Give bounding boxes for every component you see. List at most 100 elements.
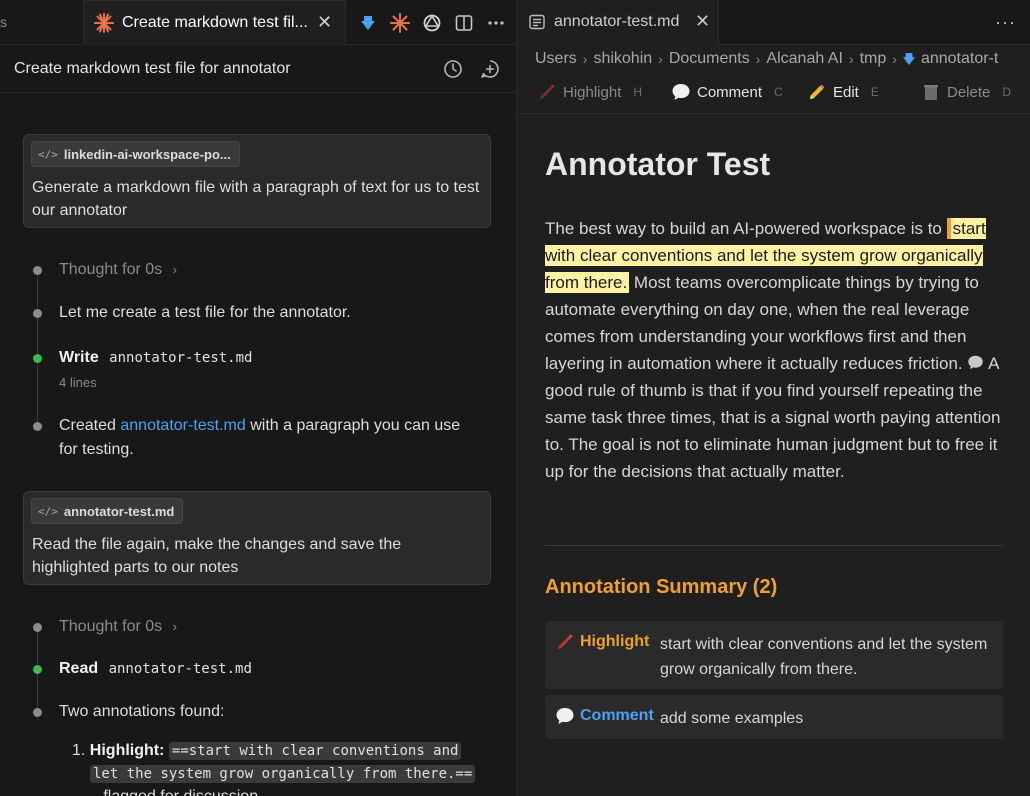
- status-dot: [33, 266, 42, 275]
- new-chat-icon[interactable]: [479, 58, 501, 80]
- document-title: Annotator Test: [545, 146, 771, 182]
- code-icon: </>: [38, 504, 58, 518]
- marker-icon: [540, 84, 555, 99]
- right-tab-bar: annotator-test.md ✕ ···: [517, 0, 1030, 46]
- chat-panel: s Create markdown test fil... ✕ Create m…: [0, 0, 516, 796]
- more-icon[interactable]: [486, 13, 506, 33]
- timeline-connector: [37, 273, 38, 428]
- success-dot: [33, 354, 42, 363]
- edit-button[interactable]: Edit E: [807, 78, 879, 106]
- speech-bubble-icon: [556, 708, 574, 724]
- breadcrumb-item[interactable]: shikohin: [593, 50, 652, 68]
- file-chip[interactable]: </> linkedin-ai-workspace-po...: [31, 141, 240, 167]
- highlight-button[interactable]: Highlight H: [537, 78, 642, 106]
- user-message: </> linkedin-ai-workspace-po... Generate…: [23, 134, 491, 228]
- tool-file: annotator-test.md: [109, 350, 253, 366]
- left-tab-actions: [358, 10, 506, 36]
- annotation-text: add some examples: [660, 710, 804, 727]
- chevron-right-icon: ›: [172, 262, 177, 277]
- conversation-title: Create markdown test file for annotator: [14, 60, 291, 77]
- breadcrumb-item[interactable]: annotator-t: [921, 50, 998, 68]
- tool-file: annotator-test.md: [108, 661, 252, 677]
- close-icon[interactable]: ✕: [695, 11, 710, 32]
- status-dot: [33, 422, 42, 431]
- user-message: </> annotator-test.md Read the file agai…: [23, 491, 491, 585]
- tab-previous[interactable]: s: [0, 0, 84, 45]
- breadcrumb-item[interactable]: Alcanah AI: [766, 50, 843, 68]
- history-icon[interactable]: [442, 58, 464, 80]
- result-text: Two annotations found:: [59, 703, 225, 720]
- comment-marker-icon[interactable]: [967, 354, 984, 373]
- close-icon[interactable]: ✕: [317, 12, 332, 33]
- inline-code: let the system grow organically from the…: [90, 765, 476, 783]
- edit-label: Edit: [833, 83, 859, 101]
- tab-chat[interactable]: Create markdown test fil... ✕: [84, 0, 346, 46]
- chevron-right-icon: ›: [658, 51, 663, 67]
- chevron-right-icon: ›: [848, 51, 854, 67]
- delete-label: Delete: [947, 83, 991, 101]
- tab-chat-title: Create markdown test fil...: [122, 14, 308, 31]
- file-chip-label: linkedin-ai-workspace-po...: [63, 146, 231, 162]
- claude-icon[interactable]: [390, 13, 410, 33]
- more-icon[interactable]: ···: [995, 12, 1016, 33]
- message-text: Read the file again, make the changes an…: [32, 536, 402, 576]
- list-number: 1.: [72, 742, 86, 759]
- arrow-down-icon: [902, 53, 915, 65]
- paragraph-text: A good rule of thumb is that if you find…: [545, 354, 1001, 481]
- code-icon: </>: [38, 147, 58, 161]
- result-suffix: with a paragraph you can use: [250, 417, 461, 434]
- thought-label: Thought for 0s: [59, 261, 163, 278]
- file-link[interactable]: annotator-test.md: [120, 417, 245, 434]
- breadcrumb-item[interactable]: Documents: [669, 50, 750, 68]
- annotation-summary-title: Annotation Summary (2): [545, 576, 778, 598]
- list-tail: – flagged for discussion: [90, 785, 258, 796]
- speech-bubble-icon: [672, 84, 690, 100]
- chevron-right-icon: ›: [172, 619, 177, 634]
- shortcut-key: H: [633, 85, 643, 99]
- preview-icon: [529, 14, 545, 30]
- editor-panel: annotator-test.md ✕ ··· Users › shikohin ›…: [516, 0, 1030, 796]
- list-label: Highlight:: [89, 742, 165, 759]
- timeline-connector: [37, 630, 38, 720]
- inline-code: ==start with clear conventions and: [168, 742, 462, 760]
- result-line2: for testing.: [59, 441, 134, 458]
- annotation-card[interactable]: Comment add some examples: [545, 695, 1003, 739]
- claude-icon: [94, 13, 114, 33]
- tab-annotator-file[interactable]: annotator-test.md ✕: [517, 0, 719, 46]
- chevron-right-icon: ›: [582, 51, 588, 67]
- message-text: Generate a markdown file with a paragrap…: [32, 179, 480, 219]
- result-prefix: Created: [59, 417, 116, 434]
- comment-button[interactable]: Comment C: [671, 78, 783, 106]
- breadcrumb-item[interactable]: Users: [535, 50, 577, 68]
- status-dot: [33, 708, 42, 717]
- status-dot: [33, 309, 42, 318]
- openai-icon[interactable]: [422, 13, 442, 33]
- file-chip-label: annotator-test.md: [63, 503, 175, 519]
- thought-label: Thought for 0s: [59, 618, 163, 635]
- divider: [545, 545, 1003, 546]
- tool-label: Read: [59, 660, 99, 677]
- paragraph-text: The best way to build an AI-powered work…: [545, 219, 947, 238]
- marker-icon: [558, 634, 573, 649]
- tab-file-title: annotator-test.md: [554, 13, 680, 30]
- left-tab-bar: s Create markdown test fil... ✕: [0, 0, 516, 46]
- breadcrumb-item[interactable]: tmp: [860, 50, 887, 68]
- delete-button[interactable]: Delete D: [921, 78, 1011, 106]
- step-text: Let me create a test file for the annota…: [59, 304, 351, 321]
- shortcut-key: C: [774, 85, 783, 99]
- annotation-kind: Comment: [580, 707, 654, 724]
- breadcrumb: Users › shikohin › Documents › Alcanah AI › …: [535, 48, 998, 70]
- annotation-card[interactable]: Highlight start with clear conventions a…: [545, 621, 1003, 689]
- chevron-right-icon: ›: [755, 51, 761, 67]
- tab-previous-label: s: [0, 14, 7, 30]
- file-chip[interactable]: </> annotator-test.md: [31, 498, 184, 524]
- conversation-header: Create markdown test file for annotator: [0, 45, 516, 93]
- document-paragraph: The best way to build an AI-powered work…: [545, 215, 1007, 485]
- comment-label: Comment: [697, 83, 763, 101]
- pencil-icon: [810, 84, 825, 99]
- arrow-down-icon[interactable]: [358, 13, 378, 33]
- split-editor-icon[interactable]: [454, 13, 474, 33]
- shortcut-key: E: [870, 85, 879, 99]
- chevron-right-icon: ›: [892, 51, 897, 67]
- divider: [517, 113, 1030, 114]
